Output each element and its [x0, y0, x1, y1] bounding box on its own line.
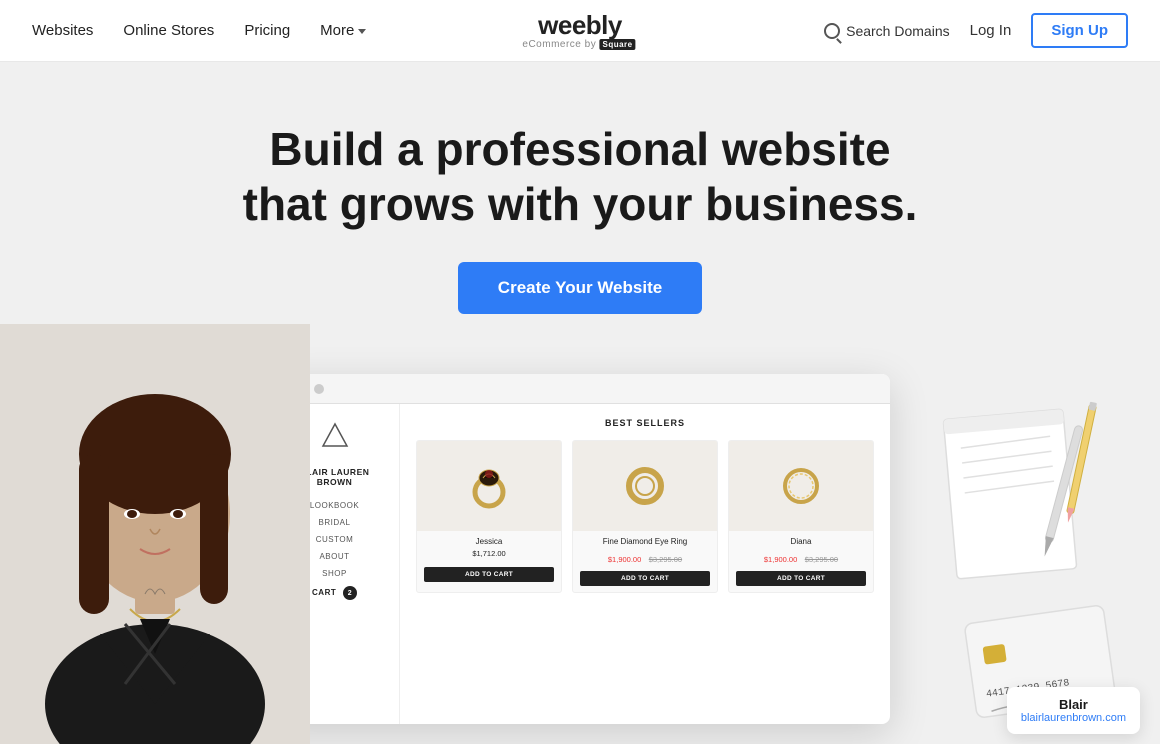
hero-visual-row: BLAIR LAUREN BROWN LOOKBOOK BRIDAL CUSTO…: [20, 364, 1140, 744]
product-name-jessica: Jessica: [424, 537, 554, 546]
logo-subtitle: eCommerce by Square: [522, 39, 637, 50]
signup-button[interactable]: Sign Up: [1031, 13, 1128, 48]
hero-section: Build a professional website that grows …: [0, 62, 1160, 744]
hero-title: Build a professional website that grows …: [230, 122, 930, 232]
nav-right: Search Domains Log In Sign Up: [824, 13, 1128, 48]
nav-online-stores[interactable]: Online Stores: [123, 22, 214, 39]
product-image-eye-ring: [573, 441, 717, 531]
ring-diana-icon: [769, 454, 833, 518]
add-to-cart-jessica[interactable]: ADD TO CART: [424, 567, 554, 582]
nav-more[interactable]: More: [320, 22, 366, 39]
create-website-button[interactable]: Create Your Website: [458, 262, 702, 314]
browser-dot-green: [314, 384, 324, 394]
blair-card-url: blairlaurenbrown.com: [1021, 712, 1126, 724]
ring-eye-ring-icon: [613, 454, 677, 518]
product-info-eye-ring: Fine Diamond Eye Ring $1,900.00 $3,295.0…: [573, 531, 717, 592]
store-main: BEST SELLERS: [400, 404, 890, 724]
nav-pricing[interactable]: Pricing: [244, 22, 290, 39]
product-card-eye-ring: Fine Diamond Eye Ring $1,900.00 $3,295.0…: [572, 440, 718, 593]
nav-links: Websites Online Stores Pricing More: [32, 22, 366, 39]
product-name-diana: Diana: [736, 537, 866, 546]
blair-card: Blair blairlaurenbrown.com: [1007, 687, 1140, 734]
chevron-down-icon: [358, 29, 366, 34]
blair-card-name: Blair: [1021, 697, 1126, 712]
add-to-cart-diana[interactable]: ADD TO CART: [736, 571, 866, 586]
browser-body: BLAIR LAUREN BROWN LOOKBOOK BRIDAL CUSTO…: [270, 404, 890, 724]
best-sellers-label: BEST SELLERS: [416, 418, 874, 428]
product-info-jessica: Jessica $1,712.00 ADD TO CART: [417, 531, 561, 588]
site-logo[interactable]: weebly eCommerce by Square: [522, 12, 637, 50]
browser-topbar: [270, 374, 890, 404]
product-image-diana: [729, 441, 873, 531]
products-grid: Jessica $1,712.00 ADD TO CART: [416, 440, 874, 593]
product-image-jessica: [417, 441, 561, 531]
square-logo: Square: [599, 39, 635, 50]
browser-mockup: BLAIR LAUREN BROWN LOOKBOOK BRIDAL CUSTO…: [270, 374, 890, 724]
store-logo-icon: [319, 420, 351, 452]
ring-jessica-icon: [457, 454, 521, 518]
product-name-eye-ring: Fine Diamond Eye Ring: [580, 537, 710, 546]
product-price-eye-ring: $1,900.00 $3,295.00: [580, 549, 710, 567]
logo-wordmark: weebly: [522, 12, 637, 38]
product-card-jessica: Jessica $1,712.00 ADD TO CART: [416, 440, 562, 593]
search-domains-button[interactable]: Search Domains: [824, 23, 950, 39]
cart-count-badge: 2: [343, 586, 357, 600]
nav-websites[interactable]: Websites: [32, 22, 93, 39]
product-price-jessica: $1,712.00: [424, 549, 554, 558]
add-to-cart-eye-ring[interactable]: ADD TO CART: [580, 571, 710, 586]
product-price-diana: $1,900.00 $3,295.00: [736, 549, 866, 567]
search-icon: [824, 23, 840, 39]
product-info-diana: Diana $1,900.00 $3,295.00 ADD TO CART: [729, 531, 873, 592]
person-image: [0, 324, 310, 744]
login-button[interactable]: Log In: [970, 22, 1012, 39]
product-card-diana: Diana $1,900.00 $3,295.00 ADD TO CART: [728, 440, 874, 593]
navbar: Websites Online Stores Pricing More weeb…: [0, 0, 1160, 62]
